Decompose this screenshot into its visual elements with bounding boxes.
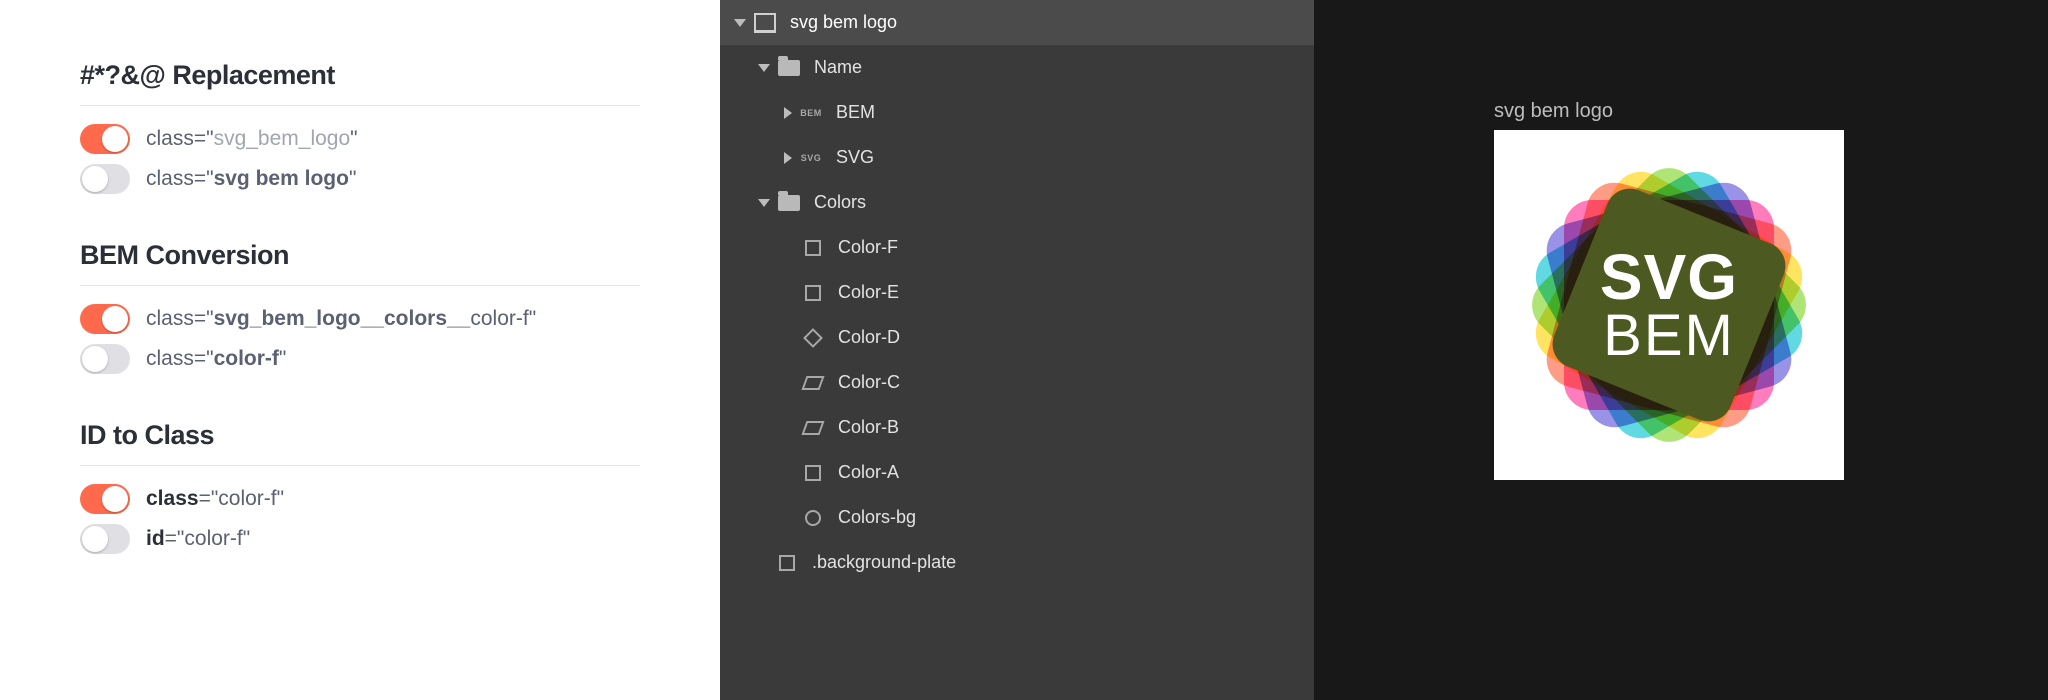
folder-label: Name [814,57,862,78]
layers-panel: svg bem logo Name BEM BEM SVG SVG Colors… [720,0,1314,700]
logo-stack: SVG BEM [1534,170,1804,440]
logo-line2: BEM [1603,308,1735,363]
option-text: class="svg_bem_logo__colors__color-f" [146,307,536,331]
logo-line1: SVG [1600,247,1738,308]
disclosure-closed-icon[interactable] [784,152,792,164]
layer-label: Color-B [838,417,899,438]
shape-icon [802,282,824,304]
section-title: #*?&@ Replacement [80,60,640,91]
folder-icon [778,57,800,79]
artboard-row[interactable]: svg bem logo [720,0,1314,45]
artboard-label: svg bem logo [790,12,897,33]
option-row: id="color-f" [80,524,640,554]
disclosure-closed-icon[interactable] [784,107,792,119]
layer-label: Colors-bg [838,507,916,528]
text-layer-icon: BEM [800,102,822,124]
artboard-icon [754,12,776,34]
logo-text: SVG BEM [1534,170,1804,440]
shape-icon [802,462,824,484]
shape-icon [802,372,824,394]
folder-row-name[interactable]: Name [720,45,1314,90]
layer-row[interactable]: Color-F [720,225,1314,270]
layer-row[interactable]: SVG SVG [720,135,1314,180]
shape-icon [776,552,798,574]
section-replacement: #*?&@ Replacement class="svg_bem_logo" c… [80,60,640,194]
toggle-idclass-on[interactable] [80,484,130,514]
option-text: id="color-f" [146,527,250,551]
shape-icon [802,327,824,349]
canvas[interactable]: svg bem logo SVG BEM [1314,0,2048,700]
layer-label: Color-F [838,237,898,258]
shape-icon [802,417,824,439]
shape-icon [802,237,824,259]
disclosure-open-icon[interactable] [734,19,746,27]
option-text: class="color-f" [146,347,286,371]
toggle-bem-on[interactable] [80,304,130,334]
section-title: BEM Conversion [80,240,640,271]
option-row: class="color-f" [80,484,640,514]
option-row: class="svg bem logo" [80,164,640,194]
option-row: class="svg_bem_logo__colors__color-f" [80,304,640,334]
option-text: class="svg bem logo" [146,167,356,191]
layer-row[interactable]: BEM BEM [720,90,1314,135]
section-title: ID to Class [80,420,640,451]
option-text: class="svg_bem_logo" [146,127,358,151]
toggle-replacement-on[interactable] [80,124,130,154]
disclosure-open-icon[interactable] [758,199,770,207]
layer-row[interactable]: Colors-bg [720,495,1314,540]
disclosure-open-icon[interactable] [758,64,770,72]
toggle-bem-off[interactable] [80,344,130,374]
layer-label: Color-A [838,462,899,483]
layer-row[interactable]: Color-E [720,270,1314,315]
artboard[interactable]: SVG BEM [1494,130,1844,480]
text-layer-icon: SVG [800,147,822,169]
folder-label: Colors [814,192,866,213]
option-row: class="svg_bem_logo" [80,124,640,154]
layer-row[interactable]: Color-B [720,405,1314,450]
layer-row[interactable]: Color-D [720,315,1314,360]
section-bem-conversion: BEM Conversion class="svg_bem_logo__colo… [80,240,640,374]
settings-panel: #*?&@ Replacement class="svg_bem_logo" c… [0,0,720,700]
divider [80,465,640,466]
layer-label: SVG [836,147,874,168]
option-row: class="color-f" [80,344,640,374]
toggle-idclass-off[interactable] [80,524,130,554]
shape-icon [802,507,824,529]
divider [80,105,640,106]
layer-row[interactable]: Color-A [720,450,1314,495]
layer-label: BEM [836,102,875,123]
folder-icon [778,192,800,214]
layer-row[interactable]: Color-C [720,360,1314,405]
folder-row-colors[interactable]: Colors [720,180,1314,225]
artboard-title[interactable]: svg bem logo [1494,100,1613,123]
logo: SVG BEM [1494,130,1844,480]
divider [80,285,640,286]
layer-label: .background-plate [812,552,956,573]
toggle-replacement-off[interactable] [80,164,130,194]
layer-label: Color-C [838,372,900,393]
section-id-to-class: ID to Class class="color-f" id="color-f" [80,420,640,554]
layer-row[interactable]: .background-plate [720,540,1314,585]
layer-label: Color-E [838,282,899,303]
option-text: class="color-f" [146,487,284,511]
layer-label: Color-D [838,327,900,348]
